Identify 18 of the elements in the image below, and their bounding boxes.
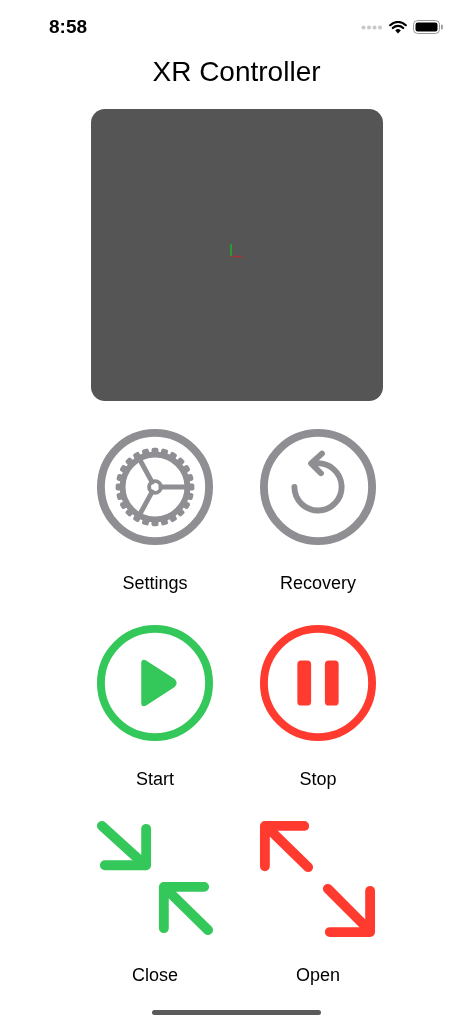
- pause-icon[interactable]: [259, 624, 377, 742]
- button-label: Recovery: [280, 572, 356, 594]
- battery-icon: [413, 20, 443, 34]
- signal-icon: [361, 24, 383, 30]
- collapse-arrows-icon[interactable]: [96, 820, 214, 938]
- axes-icon: [229, 244, 244, 258]
- wifi-icon: [389, 20, 407, 34]
- play-icon[interactable]: [96, 624, 214, 742]
- gear-icon[interactable]: [96, 428, 214, 546]
- button-label: Open: [295, 964, 340, 986]
- app-title: XR Controller: [151, 55, 322, 89]
- button-label: Settings: [122, 572, 188, 594]
- undo-icon[interactable]: [259, 428, 377, 546]
- expand-arrows-icon[interactable]: [259, 820, 377, 938]
- button-label: Start: [136, 768, 174, 790]
- button-label: Close: [132, 964, 178, 986]
- button-label: Stop: [299, 768, 337, 790]
- status-time: 8:58: [49, 16, 88, 38]
